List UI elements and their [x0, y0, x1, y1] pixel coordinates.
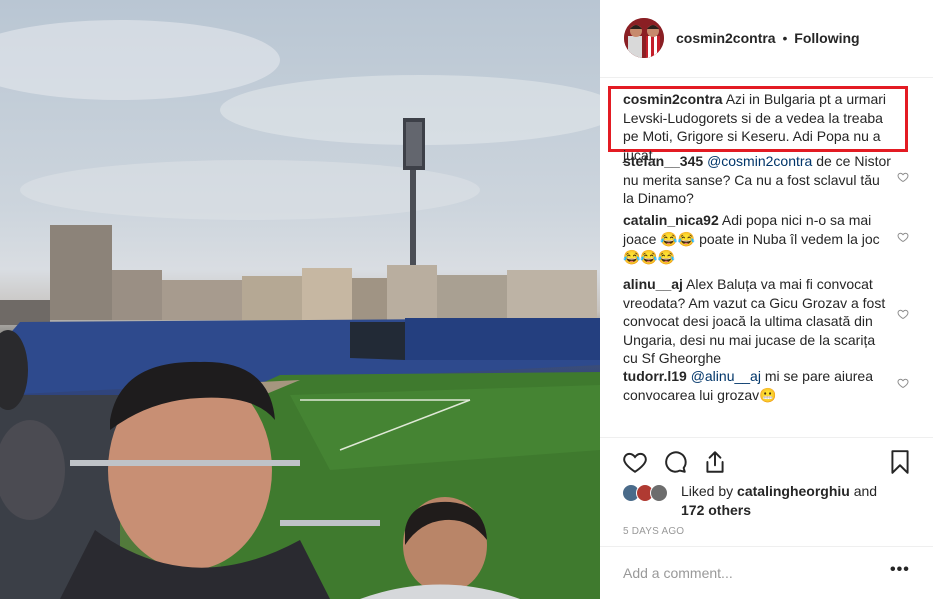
- likes-text: Liked by catalingheorghiu and 172 others: [681, 482, 921, 519]
- following-button[interactable]: Following: [794, 30, 859, 46]
- share-icon[interactable]: [702, 449, 728, 475]
- add-comment-bar: •••: [600, 546, 933, 599]
- post-header: cosmin2contra • Following: [600, 0, 933, 78]
- comment-bubble-icon[interactable]: [662, 449, 688, 475]
- comment-item: catalin_nica92 Adi popa nici n-o sa mai …: [623, 211, 893, 267]
- comment-username[interactable]: alinu__aj: [623, 276, 683, 292]
- post-timestamp[interactable]: 5 DAYS AGO: [623, 526, 684, 537]
- comment-username[interactable]: stefan__345: [623, 153, 703, 169]
- caption-username[interactable]: cosmin2contra: [623, 91, 723, 107]
- post-actions-bar: [600, 440, 933, 480]
- comment-mention[interactable]: @alinu__aj: [691, 368, 761, 384]
- comment-item: tudorr.l19 @alinu__aj mi se pare aiurea …: [623, 367, 893, 404]
- comment-item: alinu__aj Alex Baluța va mai fi convocat…: [623, 275, 893, 368]
- comment-like-heart-icon[interactable]: [897, 171, 909, 183]
- heart-icon[interactable]: [622, 449, 648, 475]
- more-options-icon[interactable]: •••: [890, 561, 910, 579]
- liker-username[interactable]: catalingheorghiu: [737, 483, 850, 499]
- liker-avatar: [650, 484, 668, 502]
- avatar-image: [624, 18, 664, 58]
- liker-avatars[interactable]: [622, 484, 678, 504]
- post-photo[interactable]: [0, 0, 600, 599]
- likes-and: and: [853, 483, 878, 499]
- comment-username[interactable]: catalin_nica92: [623, 212, 719, 228]
- likes-summary: Liked by catalingheorghiu and 172 others: [622, 482, 922, 520]
- avatar[interactable]: [624, 18, 664, 58]
- comment-item: stefan__345 @cosmin2contra de ce Nistor …: [623, 152, 893, 208]
- bookmark-icon[interactable]: [887, 449, 913, 475]
- likes-others-count[interactable]: 172 others: [681, 502, 751, 518]
- post-details-panel: cosmin2contra • Following cosmin2contra …: [600, 0, 933, 599]
- add-comment-input[interactable]: [623, 565, 863, 581]
- comment-like-heart-icon[interactable]: [897, 231, 909, 243]
- comment-like-heart-icon[interactable]: [897, 377, 909, 389]
- header-username[interactable]: cosmin2contra: [676, 30, 776, 46]
- likes-prefix: Liked by: [681, 483, 734, 499]
- comment-username[interactable]: tudorr.l19: [623, 368, 687, 384]
- comment-like-heart-icon[interactable]: [897, 308, 909, 320]
- comment-mention[interactable]: @cosmin2contra: [707, 153, 812, 169]
- header-text: cosmin2contra • Following: [676, 30, 860, 46]
- stadium-scene: [0, 20, 600, 599]
- comments-list[interactable]: cosmin2contra Azi in Bulgaria pt a urmar…: [600, 78, 933, 438]
- header-separator: •: [782, 30, 788, 46]
